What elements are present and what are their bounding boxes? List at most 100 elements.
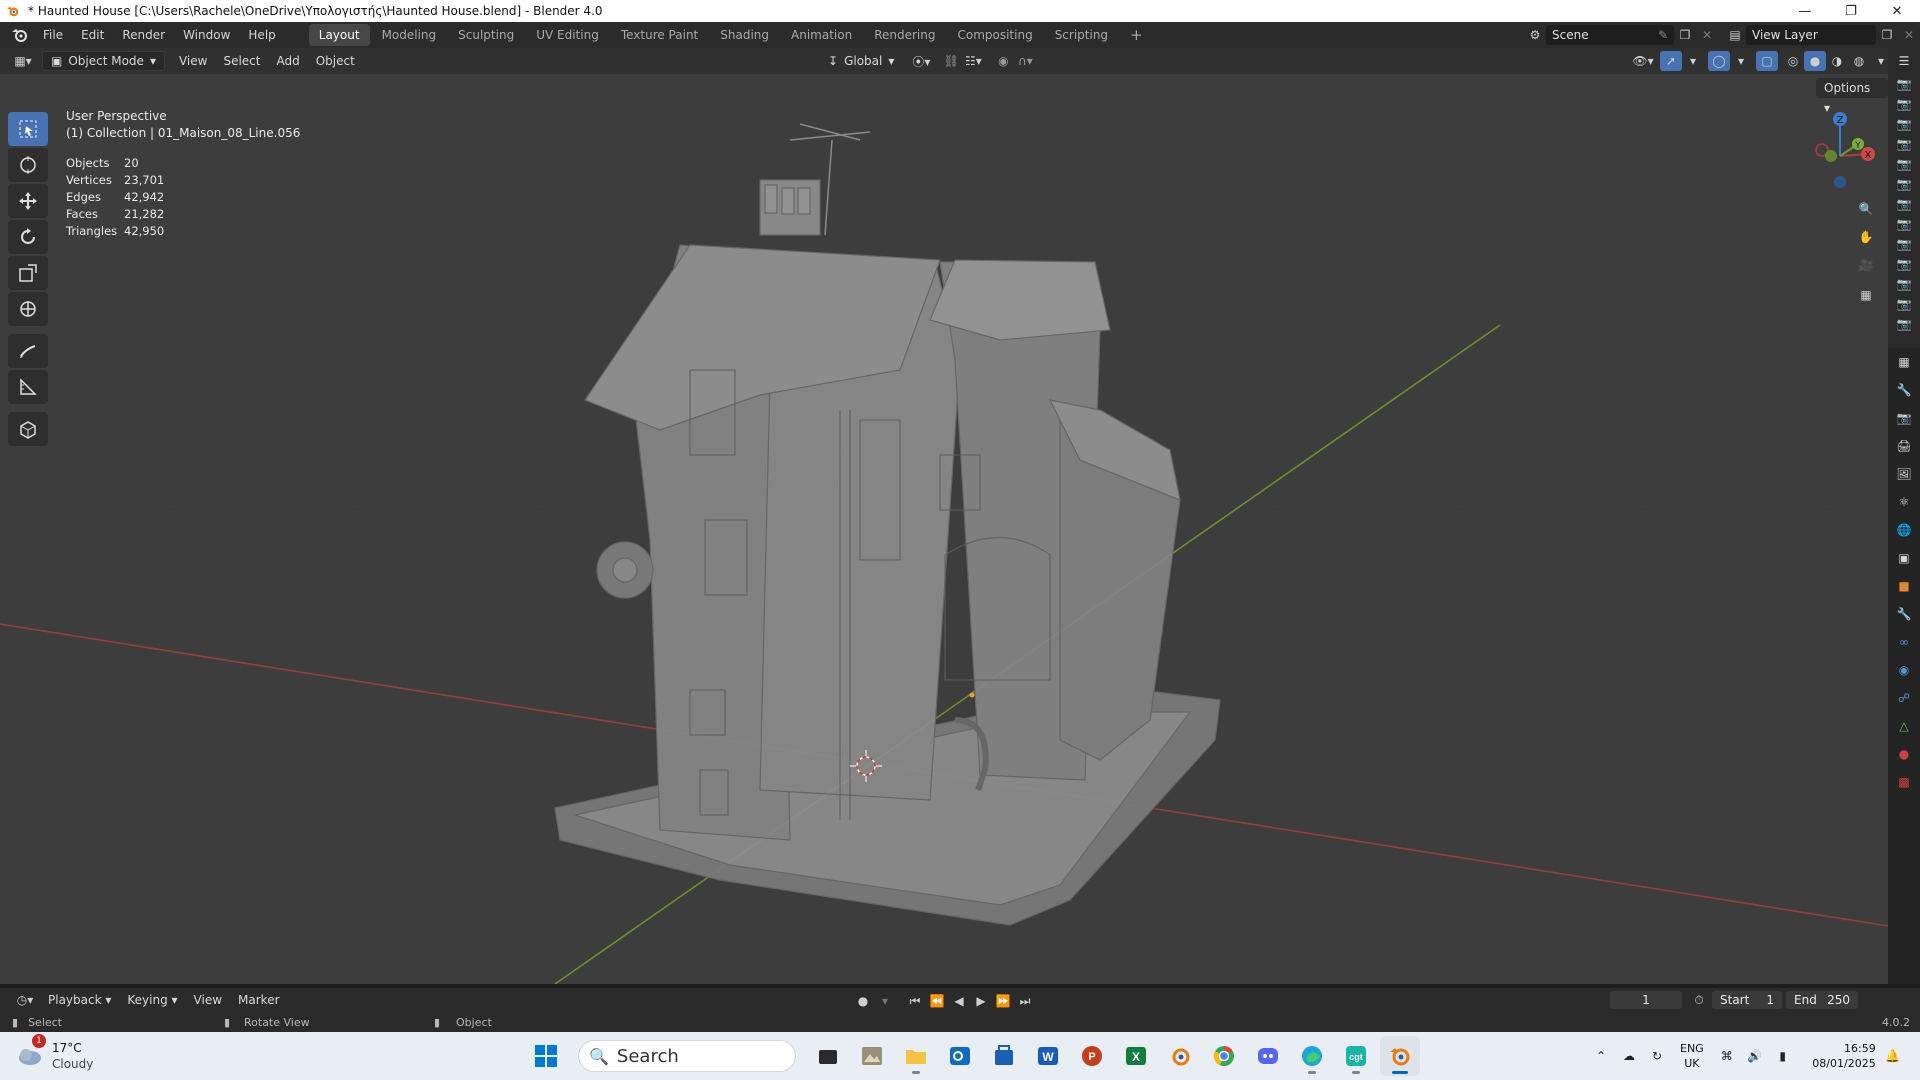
remove-view-layer-icon[interactable]: ✕ (1898, 25, 1920, 45)
particles-icon[interactable]: ∞ (1888, 628, 1920, 656)
notifications-icon[interactable]: 🔔 (1882, 1046, 1904, 1066)
data-properties-icon[interactable]: △ (1888, 712, 1920, 740)
volume-icon[interactable]: 🔊 (1744, 1046, 1766, 1066)
jump-end-icon[interactable]: ⏭ (1014, 991, 1036, 1011)
next-keyframe-icon[interactable]: ⏩ (992, 991, 1014, 1011)
taskbar-app-file-explorer[interactable] (896, 1036, 936, 1076)
close-button[interactable]: ✕ (1874, 0, 1920, 22)
taskbar-app-outlook[interactable] (940, 1036, 980, 1076)
output-properties-icon[interactable]: 🖨 (1888, 432, 1920, 460)
texture-properties-icon[interactable]: ▩ (1888, 768, 1920, 796)
weather-widget[interactable]: 1 17°C Cloudy (16, 1034, 156, 1072)
add-workspace-button[interactable]: + (1120, 24, 1153, 46)
camera-icon[interactable]: 📷 (1888, 74, 1920, 94)
record-icon[interactable]: ● (852, 991, 874, 1011)
3d-viewport[interactable]: Options ▾ (0, 74, 1888, 984)
material-shading-icon[interactable]: ◑ (1826, 51, 1848, 71)
move-tool[interactable] (8, 184, 48, 218)
solid-shading-icon[interactable]: ● (1804, 51, 1826, 71)
proportional-editing-icon[interactable]: ◉ (992, 51, 1014, 71)
current-frame-field[interactable]: 1 (1610, 991, 1682, 1009)
start-frame-field[interactable]: Start 1 (1712, 991, 1782, 1009)
menu-select[interactable]: Select (215, 51, 268, 71)
taskbar-app-chrome[interactable] (1204, 1036, 1244, 1076)
taskbar-app-store[interactable] (984, 1036, 1024, 1076)
prev-keyframe-icon[interactable]: ⏪ (926, 991, 948, 1011)
chevron-down-icon[interactable]: ▾ (1730, 51, 1752, 71)
wireframe-shading-icon[interactable]: ◎ (1782, 51, 1804, 71)
onedrive-icon[interactable]: ☁ (1618, 1046, 1640, 1066)
scene-selector[interactable]: Scene ✎ (1546, 25, 1674, 45)
taskbar-app-blender[interactable] (1380, 1036, 1420, 1076)
tab-scripting[interactable]: Scripting (1045, 24, 1118, 46)
view-layer-properties-icon[interactable]: 🖼 (1888, 460, 1920, 488)
tab-animation[interactable]: Animation (781, 24, 862, 46)
menu-add[interactable]: Add (268, 51, 307, 71)
restore-button[interactable]: ❐ (1828, 0, 1874, 22)
taskbar-app-blender-alt[interactable] (1160, 1036, 1200, 1076)
stopwatch-icon[interactable]: ⏱ (1688, 990, 1710, 1010)
end-frame-field[interactable]: End 250 (1786, 991, 1858, 1009)
object-properties-icon[interactable]: ■ (1888, 572, 1920, 600)
camera-icon[interactable]: 📷 (1888, 294, 1920, 314)
menu-object[interactable]: Object (308, 51, 363, 71)
tab-layout[interactable]: Layout (308, 24, 370, 46)
tab-modeling[interactable]: Modeling (372, 24, 447, 46)
outliner-editor-icon[interactable]: ☰ (1888, 48, 1920, 74)
camera-icon[interactable]: 📷 (1888, 314, 1920, 334)
pin-icon[interactable]: ✎ (1658, 28, 1668, 42)
start-button[interactable] (526, 1036, 566, 1076)
taskbar-search[interactable]: 🔍 Search (578, 1040, 796, 1072)
taskbar-app-discord[interactable] (1248, 1036, 1288, 1076)
pan-hand-icon[interactable]: ✋ (1853, 224, 1879, 250)
chevron-down-icon[interactable]: ▾ (1682, 51, 1704, 71)
view-layer-icon[interactable]: ▤ (1724, 25, 1746, 45)
timeline-editor-icon[interactable]: ◷▾ (10, 990, 40, 1010)
pivot-point-icon[interactable]: ⦿▾ (910, 51, 932, 71)
marker-menu[interactable]: Marker (230, 990, 287, 1010)
world-properties-icon[interactable]: 🌐 (1888, 516, 1920, 544)
material-properties-icon[interactable]: ● (1888, 740, 1920, 768)
camera-icon[interactable]: 📷 (1888, 174, 1920, 194)
tab-uv-editing[interactable]: UV Editing (526, 24, 609, 46)
tool-settings-icon[interactable]: 🔧 (1888, 376, 1920, 404)
camera-icon[interactable]: 📷 (1888, 274, 1920, 294)
tab-texture-paint[interactable]: Texture Paint (611, 24, 708, 46)
navigation-gizmo[interactable]: Z X Y (1800, 108, 1880, 188)
tab-shading[interactable]: Shading (710, 24, 779, 46)
new-scene-icon[interactable]: ❐ (1674, 25, 1696, 45)
rotate-tool[interactable] (8, 220, 48, 254)
scene-properties-icon[interactable]: ⚛ (1888, 488, 1920, 516)
camera-icon[interactable]: 📷 (1888, 94, 1920, 114)
gizmo-toggle-icon[interactable]: ➚ (1660, 51, 1682, 71)
language-indicator[interactable]: ENG UK (1680, 1041, 1704, 1071)
menu-window[interactable]: Window (174, 22, 239, 48)
mode-selector[interactable]: ▣ Object Mode ▾ (42, 51, 165, 71)
remove-scene-icon[interactable]: ✕ (1696, 25, 1718, 45)
menu-render[interactable]: Render (113, 22, 174, 48)
taskbar-app-excel[interactable]: X (1116, 1036, 1156, 1076)
zoom-icon[interactable]: 🔍 (1853, 196, 1879, 222)
camera-icon[interactable]: 📷 (1888, 254, 1920, 274)
snap-target-icon[interactable]: ☷▾ (962, 51, 984, 71)
camera-icon[interactable]: 📷 (1888, 114, 1920, 134)
camera-icon[interactable]: 📷 (1888, 194, 1920, 214)
tab-rendering[interactable]: Rendering (864, 24, 945, 46)
sync-icon[interactable]: ↻ (1646, 1046, 1668, 1066)
view-layer-selector[interactable]: View Layer (1746, 25, 1876, 45)
taskbar-app-edge[interactable] (1292, 1036, 1332, 1076)
battery-icon[interactable]: ▮ (1772, 1046, 1794, 1066)
jump-start-icon[interactable]: ⏮ (904, 991, 926, 1011)
physics-properties-icon[interactable]: ◉ (1888, 656, 1920, 684)
menu-help[interactable]: Help (239, 22, 284, 48)
taskbar-app-cgtrader[interactable]: cgt (1336, 1036, 1376, 1076)
menu-edit[interactable]: Edit (72, 22, 113, 48)
annotate-tool[interactable] (8, 334, 48, 368)
wifi-icon[interactable]: ⌘ (1716, 1046, 1738, 1066)
camera-icon[interactable]: 📷 (1888, 214, 1920, 234)
timeline-view-menu[interactable]: View (186, 990, 230, 1010)
xray-icon[interactable]: ▢ (1756, 51, 1778, 71)
rendered-shading-icon[interactable]: ◍ (1848, 51, 1870, 71)
properties-editor-icon[interactable]: ▦ (1888, 348, 1920, 376)
new-view-layer-icon[interactable]: ❐ (1876, 25, 1898, 45)
